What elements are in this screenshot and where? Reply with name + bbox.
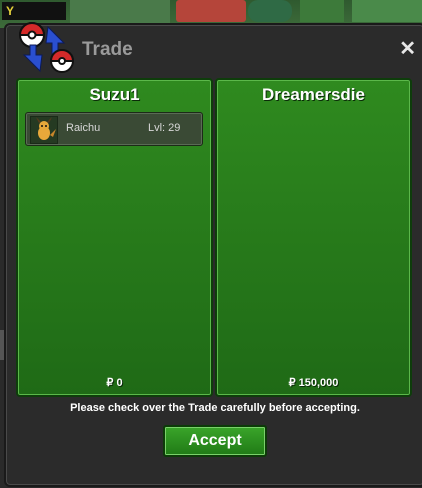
accept-button[interactable]: Accept bbox=[163, 425, 267, 457]
window-title: Trade bbox=[82, 39, 133, 60]
raichu-icon bbox=[30, 116, 58, 144]
trade-notice: Please check over the Trade carefully be… bbox=[70, 402, 360, 414]
trade-window: Trade ✕ Suzu1 Raichu Lvl: 29 ₽ 0 Dreamer… bbox=[4, 22, 422, 487]
background-tile bbox=[176, 0, 246, 22]
background-tile bbox=[300, 0, 344, 22]
my-offer-panel: Suzu1 Raichu Lvl: 29 ₽ 0 bbox=[16, 78, 213, 397]
money-offer: ₽ 0 bbox=[106, 377, 123, 389]
background-tile bbox=[70, 0, 170, 24]
title-bar[interactable]: Trade ✕ bbox=[6, 22, 422, 73]
partner-name: Dreamersdie bbox=[261, 85, 365, 104]
trade-logo-icon bbox=[18, 22, 75, 73]
close-icon[interactable]: ✕ bbox=[399, 39, 416, 59]
background-tile bbox=[248, 0, 292, 22]
player-name: Suzu1 bbox=[89, 85, 140, 104]
background-tile bbox=[352, 0, 422, 22]
trade-item-slot[interactable]: Raichu Lvl: 29 bbox=[25, 112, 203, 146]
partner-money-offer: ₽ 150,000 bbox=[288, 377, 339, 389]
partner-offer-panel: Dreamersdie ₽ 150,000 bbox=[215, 78, 412, 397]
item-level: Lvl: 29 bbox=[148, 122, 181, 134]
item-name: Raichu bbox=[66, 122, 101, 134]
